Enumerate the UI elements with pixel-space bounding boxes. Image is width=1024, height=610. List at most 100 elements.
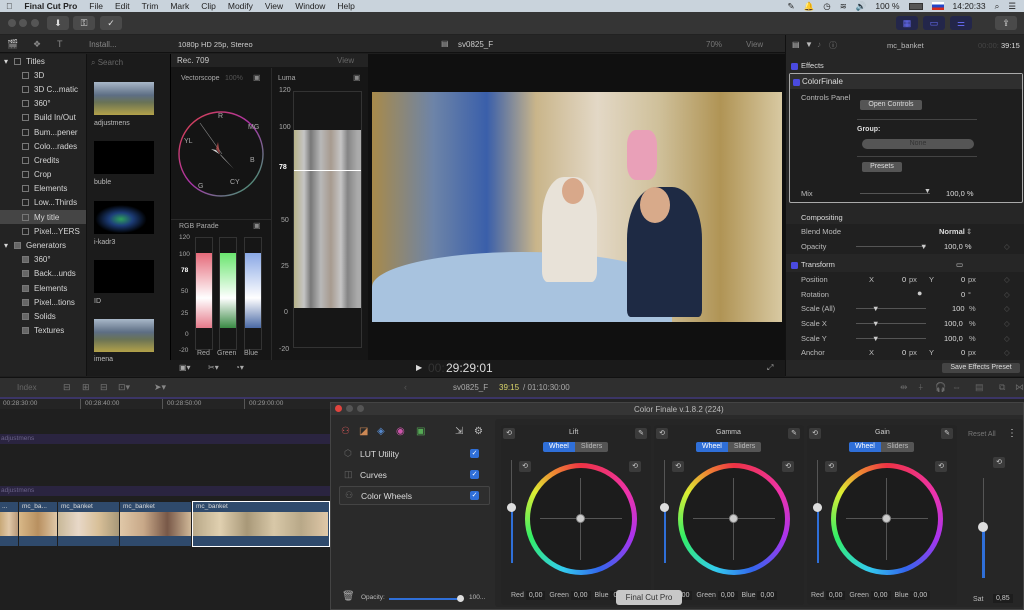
reset-sat-icon[interactable]: ⟲	[993, 457, 1005, 468]
headphones-icon[interactable]: 🎧	[935, 382, 946, 393]
library-select[interactable]: Install...	[89, 40, 117, 49]
checkmark-icon[interactable]: ✓	[100, 16, 122, 30]
reset-luma-icon[interactable]: ⟲	[519, 461, 531, 472]
browser-layout-icon[interactable]: ▦	[896, 16, 918, 30]
connect-clip-icon[interactable]: ⊟	[63, 382, 71, 393]
scale-y-slider[interactable]	[856, 338, 926, 339]
clip-thumbnail[interactable]	[94, 82, 154, 115]
scale-y-slider-handle[interactable]: ▼	[872, 334, 879, 343]
solo-icon[interactable]: ⇔	[952, 382, 961, 392]
curves-add-icon[interactable]: ◪	[359, 426, 368, 437]
zoom-select[interactable]: 70%	[706, 40, 722, 49]
volume-icon[interactable]: 🔊	[856, 1, 867, 12]
color-wheel[interactable]	[525, 463, 637, 575]
audio-inspector-icon[interactable]: ♪	[817, 40, 821, 49]
inspector-layout-icon[interactable]: ⚌	[950, 16, 972, 30]
sidebar-item[interactable]: Elements	[0, 182, 86, 196]
opacity-slider-handle[interactable]	[457, 595, 464, 602]
green-value[interactable]: 0,00	[717, 591, 738, 600]
eyedropper-icon[interactable]: ✎	[788, 428, 800, 439]
wheel-tab[interactable]: Wheel	[696, 442, 728, 452]
menu-modify[interactable]: Modify	[222, 1, 259, 11]
sidebar-item[interactable]: 360°	[0, 97, 86, 111]
adjustment-lane[interactable]: adjustmens	[0, 486, 330, 496]
apple-icon[interactable]: 	[0, 1, 18, 11]
keyframe-icon[interactable]: ◇	[1004, 319, 1010, 328]
sidebar-item[interactable]: Textures	[0, 324, 86, 338]
sliders-tab[interactable]: Sliders	[727, 442, 762, 452]
color-wheel[interactable]	[678, 463, 790, 575]
close-button[interactable]	[8, 19, 16, 27]
waveform-add-icon[interactable]: ▣	[416, 426, 425, 437]
sidebar-item[interactable]: 3D	[0, 68, 86, 82]
timeline-clip[interactable]: mc_ba...	[19, 502, 57, 546]
clip-thumbnail[interactable]	[94, 319, 154, 352]
menu-edit[interactable]: Edit	[109, 1, 136, 11]
scale-x-slider-handle[interactable]: ▼	[872, 319, 879, 328]
scale-all-slider[interactable]	[856, 308, 926, 309]
luma-slider-handle[interactable]	[660, 503, 669, 512]
rotation-value[interactable]: 0	[961, 290, 965, 299]
opacity-slider[interactable]	[856, 246, 926, 247]
sat-slider[interactable]	[982, 528, 985, 578]
reset-luma-icon[interactable]: ⟲	[825, 461, 837, 472]
cf-zoom-button[interactable]	[357, 405, 364, 412]
transform-onscreen-icon[interactable]: ▭	[956, 260, 963, 269]
scale-y-value[interactable]: 100,0	[944, 334, 963, 343]
scope-settings-icon[interactable]: ▣	[253, 221, 261, 230]
keyframe-icon[interactable]: ◇	[1004, 348, 1010, 357]
append-clip-icon[interactable]: ⊟	[100, 382, 108, 393]
color-inspector-icon[interactable]: ▼	[805, 40, 813, 49]
position-x-value[interactable]: 0	[902, 275, 906, 284]
blend-mode-select[interactable]: Normal	[939, 227, 965, 236]
sidebar-item[interactable]: Crop	[0, 168, 86, 182]
reset-icon[interactable]: ⟲	[503, 428, 515, 439]
sidebar-item-generators[interactable]: ▾ Generators	[0, 238, 86, 252]
list-icon[interactable]: ☰	[1008, 1, 1016, 12]
sat-slider-handle[interactable]	[978, 522, 988, 532]
layer-curves[interactable]: ◫ Curves ✓	[339, 466, 489, 484]
keyframe-icon[interactable]: ◇	[1004, 242, 1010, 251]
effects-checkbox[interactable]	[791, 62, 798, 70]
select-tool-icon[interactable]: ➤▾	[154, 382, 166, 393]
more-menu-icon[interactable]: ⋮	[1007, 428, 1017, 439]
pen-icon[interactable]: ✎	[788, 1, 795, 12]
blue-value[interactable]: 0,00	[757, 591, 778, 600]
menu-view[interactable]: View	[259, 1, 289, 11]
mix-slider[interactable]	[860, 193, 930, 194]
layer-checkbox[interactable]: ✓	[470, 470, 479, 479]
scope-settings-icon[interactable]: ▣	[253, 73, 261, 82]
insert-clip-icon[interactable]: ⊞	[82, 382, 90, 393]
sidebar-item[interactable]: Bum...pener	[0, 125, 86, 139]
group-select[interactable]: None	[862, 139, 974, 149]
keyframe-icon[interactable]: ◇	[1004, 275, 1010, 284]
color-wheels-add-icon[interactable]: ⚇	[341, 426, 350, 437]
transitions-browser-icon[interactable]: ⋈	[1015, 382, 1024, 393]
timeline-clip[interactable]: ...	[0, 502, 18, 546]
notification-icon[interactable]: 🔔	[804, 1, 815, 12]
menu-window[interactable]: Window	[289, 1, 331, 11]
photos-icon[interactable]: ❖	[33, 39, 41, 50]
sidebar-item[interactable]: Low...Thirds	[0, 196, 86, 210]
reset-color-icon[interactable]: ⟲	[935, 461, 947, 472]
luma-slider-handle[interactable]	[507, 503, 516, 512]
scale-x-slider[interactable]	[856, 323, 926, 324]
video-inspector-icon[interactable]: ▤	[792, 40, 800, 49]
trash-icon[interactable]: 🗑	[342, 591, 355, 602]
wifi-icon[interactable]: ≋	[840, 1, 847, 12]
reset-luma-icon[interactable]: ⟲	[672, 461, 684, 472]
clock[interactable]: 14:20:33	[953, 1, 986, 11]
speed-icon[interactable]: ◔▾	[235, 363, 244, 372]
titles-icon[interactable]: T	[57, 39, 63, 49]
wheel-tab[interactable]: Wheel	[849, 442, 881, 452]
battery-text[interactable]: 100 %	[875, 1, 899, 11]
menu-clip[interactable]: Clip	[195, 1, 222, 11]
menu-file[interactable]: File	[83, 1, 109, 11]
audio-skimming-icon[interactable]: ⍭	[918, 382, 923, 393]
layer-checkbox[interactable]: ✓	[470, 491, 479, 500]
eyedropper-icon[interactable]: ✎	[635, 428, 647, 439]
clip-thumbnail[interactable]	[94, 141, 154, 174]
green-value[interactable]: 0,00	[870, 591, 891, 600]
minimize-button[interactable]	[19, 19, 27, 27]
sidebar-item[interactable]: Elements	[0, 281, 86, 295]
